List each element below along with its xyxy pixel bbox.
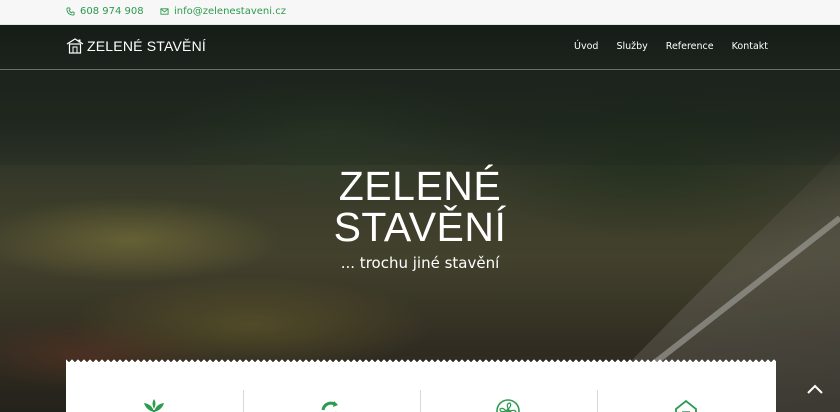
hero-title: ZELENÉ STAVĚNÍ bbox=[0, 166, 840, 248]
feature-divider bbox=[597, 390, 598, 412]
phone-contact[interactable]: 608 974 908 bbox=[66, 6, 144, 17]
feature-divider bbox=[420, 390, 421, 412]
nav-item-sluzby[interactable]: Služby bbox=[616, 41, 647, 52]
nav-item-reference[interactable]: Reference bbox=[666, 41, 714, 52]
hero-subtitle: ... trochu jiné stavění bbox=[340, 254, 500, 272]
features-card bbox=[66, 358, 776, 412]
plant-icon bbox=[141, 398, 167, 412]
email-contact[interactable]: info@zelenestaveni.cz bbox=[160, 6, 286, 17]
site-logo[interactable]: ZELENÉ STAVĚNÍ bbox=[66, 37, 206, 55]
logo-text: ZELENÉ STAVĚNÍ bbox=[87, 38, 206, 54]
nav-item-uvod[interactable]: Úvod bbox=[574, 41, 598, 52]
hero-title-line2: STAVĚNÍ bbox=[333, 204, 507, 250]
house-icon bbox=[673, 398, 699, 412]
scroll-to-top-button[interactable] bbox=[800, 377, 830, 401]
site-header: ZELENÉ STAVĚNÍ Úvod Služby Reference Kon… bbox=[0, 25, 840, 70]
top-contact-bar: 608 974 908 info@zelenestaveni.cz bbox=[0, 0, 840, 25]
email-address: info@zelenestaveni.cz bbox=[174, 6, 286, 17]
phone-icon bbox=[66, 7, 75, 16]
feature-divider bbox=[243, 390, 244, 412]
main-nav: Úvod Služby Reference Kontakt bbox=[556, 41, 768, 52]
hero-title-line1: ZELENÉ bbox=[338, 163, 502, 209]
phone-number: 608 974 908 bbox=[80, 6, 144, 17]
mail-icon bbox=[160, 8, 169, 15]
recycle-icon bbox=[317, 398, 343, 412]
fan-icon bbox=[495, 398, 521, 412]
house-logo-icon bbox=[66, 38, 84, 54]
chevron-up-icon bbox=[807, 384, 823, 394]
nav-item-kontakt[interactable]: Kontakt bbox=[732, 41, 768, 52]
